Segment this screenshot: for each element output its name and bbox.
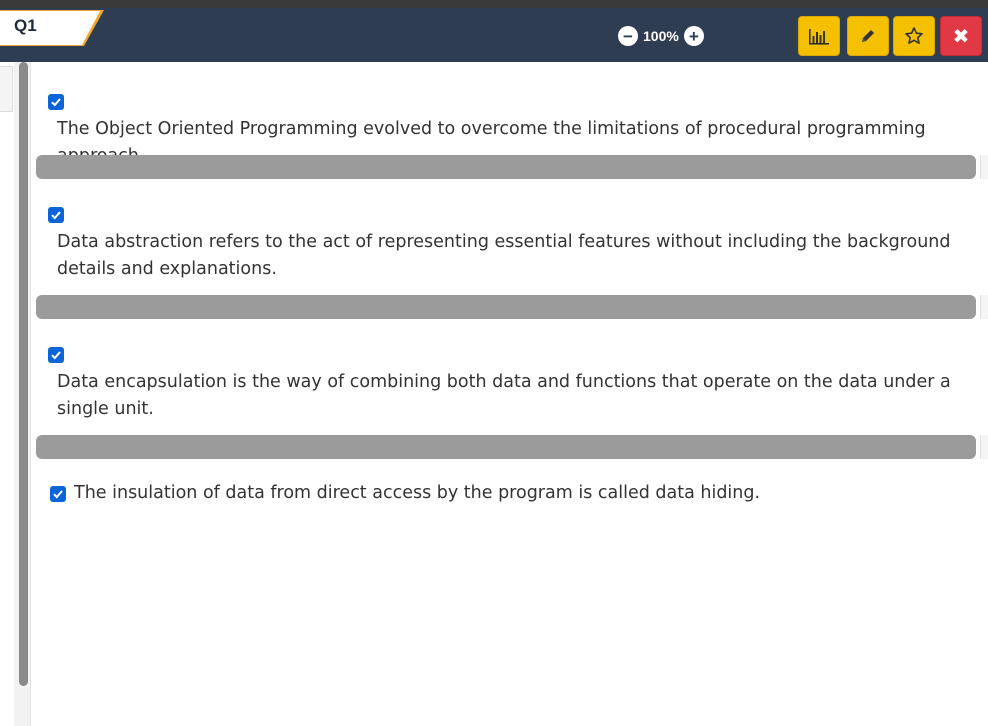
statement-text: Data encapsulation is the way of combini… [57, 372, 951, 419]
favorite-button[interactable] [893, 16, 935, 56]
statement-checkbox[interactable] [48, 347, 64, 363]
window-top-strip [0, 0, 988, 8]
zoom-out-icon[interactable]: − [618, 26, 638, 46]
zoom-in-icon[interactable]: + [683, 26, 704, 46]
edit-button[interactable] [847, 16, 889, 56]
zoom-control: − 100% + [618, 26, 704, 46]
statement-checkbox[interactable] [50, 485, 66, 502]
statement-text: The insulation of data from direct acces… [74, 483, 761, 503]
close-button[interactable]: ✖ [940, 16, 982, 56]
answer-bar-end [980, 435, 988, 459]
statement-checkbox[interactable] [48, 207, 64, 223]
answer-bar[interactable] [36, 295, 976, 319]
left-panel [0, 62, 15, 726]
close-icon: ✖ [952, 25, 970, 48]
statement-item: Data abstraction refers to the act of re… [48, 207, 978, 283]
star-icon [905, 27, 923, 44]
answer-bar-end [980, 155, 988, 179]
left-panel-item[interactable] [0, 66, 13, 112]
answer-bar-end [980, 295, 988, 319]
header-bar: Q1 − 100% + ✖ [0, 8, 988, 62]
scrollbar-thumb[interactable] [19, 62, 28, 686]
stats-button[interactable] [798, 16, 840, 56]
statement-checkbox[interactable] [48, 94, 64, 110]
pencil-icon [862, 30, 874, 42]
question-tab-label: Q1 [14, 16, 37, 35]
statement-text: Data abstraction refers to the act of re… [57, 232, 951, 279]
statement-item: The insulation of data from direct acces… [48, 480, 978, 507]
statement-item: Data encapsulation is the way of combini… [48, 347, 978, 423]
bar-chart-icon [809, 29, 829, 45]
answer-bar[interactable] [36, 155, 976, 179]
zoom-level: 100% [643, 28, 679, 44]
answer-bar[interactable] [36, 435, 976, 459]
